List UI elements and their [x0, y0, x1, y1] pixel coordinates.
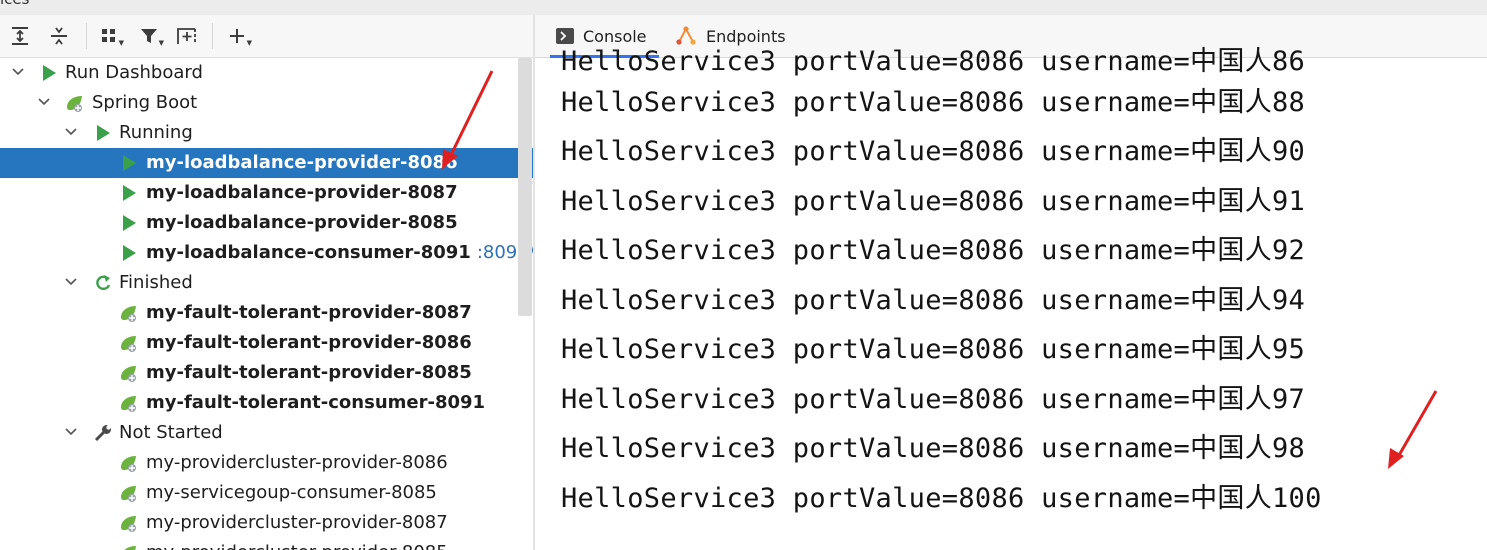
- spring-boot-icon: [119, 363, 139, 383]
- chevron-down-icon[interactable]: [64, 425, 78, 439]
- run-icon: [93, 123, 113, 143]
- tree-item-finished-service[interactable]: my-fault-tolerant-consumer-8091: [0, 388, 533, 418]
- console-line: HelloService3 portValue=8086 username=中国…: [561, 87, 1306, 118]
- service-name: my-fault-tolerant-provider-8087: [146, 302, 472, 323]
- spring-boot-icon: [119, 393, 139, 413]
- new-configuration-button[interactable]: [174, 24, 200, 48]
- tree-item-not-started-service[interactable]: my-providercluster-provider-8086: [0, 448, 533, 478]
- chevron-down-icon[interactable]: [64, 125, 78, 139]
- group-by-button[interactable]: ▼: [96, 24, 124, 48]
- tree-node-finished[interactable]: Finished: [0, 268, 533, 298]
- tree-item-finished-service[interactable]: my-fault-tolerant-provider-8087: [0, 298, 533, 328]
- tree-node-not-started[interactable]: Not Started: [0, 418, 533, 448]
- service-name: my-providercluster-provider-8086: [146, 452, 448, 473]
- run-icon: [119, 183, 139, 203]
- tree-node-run-dashboard[interactable]: Run Dashboard: [0, 58, 533, 88]
- tree-item-running-service[interactable]: my-loadbalance-provider-8087: [0, 178, 533, 208]
- console-line: HelloService3 portValue=8086 username=中国…: [561, 46, 1306, 77]
- filter-icon: [141, 29, 157, 43]
- expand-all-button[interactable]: [7, 24, 33, 48]
- run-icon: [119, 243, 139, 263]
- service-name: my-loadbalance-consumer-8091: [146, 242, 471, 263]
- add-service-icon: [230, 29, 244, 43]
- tree-scrollbar[interactable]: [518, 58, 532, 316]
- services-panel: ▼ ▼ ▼ Run Dashboard Spring Boot Running …: [0, 15, 533, 550]
- service-name: my-loadbalance-provider-8086: [146, 152, 458, 173]
- tree-label: Run Dashboard: [65, 62, 203, 83]
- service-name: my-providercluster-provider-8087: [146, 512, 448, 533]
- collapse-all-button[interactable]: [46, 24, 72, 48]
- run-icon: [39, 63, 59, 83]
- spring-boot-icon: [119, 543, 139, 550]
- console-line: HelloService3 portValue=8086 username=中国…: [561, 186, 1306, 217]
- run-icon: [119, 213, 139, 233]
- group-by-icon: [102, 29, 115, 42]
- rerun-icon: [93, 273, 113, 293]
- services-toolbar: ▼ ▼ ▼: [0, 15, 533, 58]
- console-line: HelloService3 portValue=8086 username=中国…: [561, 235, 1306, 266]
- collapse-all-icon: [51, 27, 67, 45]
- expand-all-icon: [12, 27, 28, 45]
- tree-label: Spring Boot: [92, 92, 198, 113]
- service-name: my-servicegoup-consumer-8085: [146, 482, 437, 503]
- console-line: HelloService3 portValue=8086 username=中国…: [561, 433, 1306, 464]
- tree-node-running[interactable]: Running: [0, 118, 533, 148]
- tree-item-finished-service[interactable]: my-fault-tolerant-provider-8085: [0, 358, 533, 388]
- service-name: my-fault-tolerant-consumer-8091: [146, 392, 486, 413]
- window-title: ices: [0, 0, 29, 8]
- spring-boot-icon: [119, 303, 139, 323]
- service-name: my-loadbalance-provider-8087: [146, 182, 458, 203]
- console-output[interactable]: HelloService3 portValue=8086 username=中国…: [535, 46, 1487, 550]
- tree-label: Not Started: [119, 422, 223, 443]
- tree-item-running-service[interactable]: my-loadbalance-consumer-8091:8091/: [0, 238, 533, 268]
- chevron-down-icon[interactable]: [64, 275, 78, 289]
- chevron-down-icon[interactable]: [37, 95, 51, 109]
- tree-item-running-service[interactable]: my-loadbalance-provider-8085: [0, 208, 533, 238]
- services-tree: Run Dashboard Spring Boot Running my-loa…: [0, 58, 533, 550]
- chevron-down-icon[interactable]: [11, 65, 25, 79]
- service-name: my-fault-tolerant-provider-8086: [146, 332, 472, 353]
- tree-node-spring-boot[interactable]: Spring Boot: [0, 88, 533, 118]
- tree-label: Finished: [119, 272, 193, 293]
- service-name: my-fault-tolerant-provider-8085: [146, 362, 472, 383]
- toolbar-separator: [86, 23, 87, 49]
- spring-boot-icon: [65, 93, 85, 113]
- tree-item-finished-service[interactable]: my-fault-tolerant-provider-8086: [0, 328, 533, 358]
- spring-boot-icon: [119, 333, 139, 353]
- service-name: my-providercluster-provider-8085: [146, 542, 448, 550]
- spring-boot-icon: [119, 483, 139, 503]
- tree-item-running-service[interactable]: my-loadbalance-provider-8086: [0, 148, 533, 178]
- dropdown-arrow-icon: ▼: [158, 39, 164, 47]
- tree-item-not-started-service[interactable]: my-providercluster-provider-8087: [0, 508, 533, 538]
- console-line: HelloService3 portValue=8086 username=中国…: [561, 384, 1306, 415]
- tree-item-not-started-service[interactable]: my-providercluster-provider-8085: [0, 538, 533, 550]
- console-line: HelloService3 portValue=8086 username=中国…: [561, 285, 1306, 316]
- new-configuration-icon: [177, 28, 196, 44]
- spring-boot-icon: [119, 453, 139, 473]
- add-service-button[interactable]: ▼: [224, 24, 252, 48]
- service-name: my-loadbalance-provider-8085: [146, 212, 458, 233]
- dropdown-arrow-icon: ▼: [246, 39, 252, 47]
- console-line: HelloService3 portValue=8086 username=中国…: [561, 334, 1306, 365]
- window-title-strip: ices: [0, 0, 1487, 15]
- dropdown-arrow-icon: ▼: [118, 39, 124, 47]
- filter-button[interactable]: ▼: [136, 24, 164, 48]
- toolbar-separator: [212, 23, 213, 49]
- wrench-icon: [93, 423, 113, 443]
- console-line: HelloService3 portValue=8086 username=中国…: [561, 483, 1322, 514]
- tree-item-not-started-service[interactable]: my-servicegoup-consumer-8085: [0, 478, 533, 508]
- spring-boot-icon: [119, 513, 139, 533]
- console-line: HelloService3 portValue=8086 username=中国…: [561, 136, 1306, 167]
- run-icon: [119, 153, 139, 173]
- tree-label: Running: [119, 122, 193, 143]
- console-panel: Console Endpoints HelloService3 portValu…: [535, 15, 1487, 550]
